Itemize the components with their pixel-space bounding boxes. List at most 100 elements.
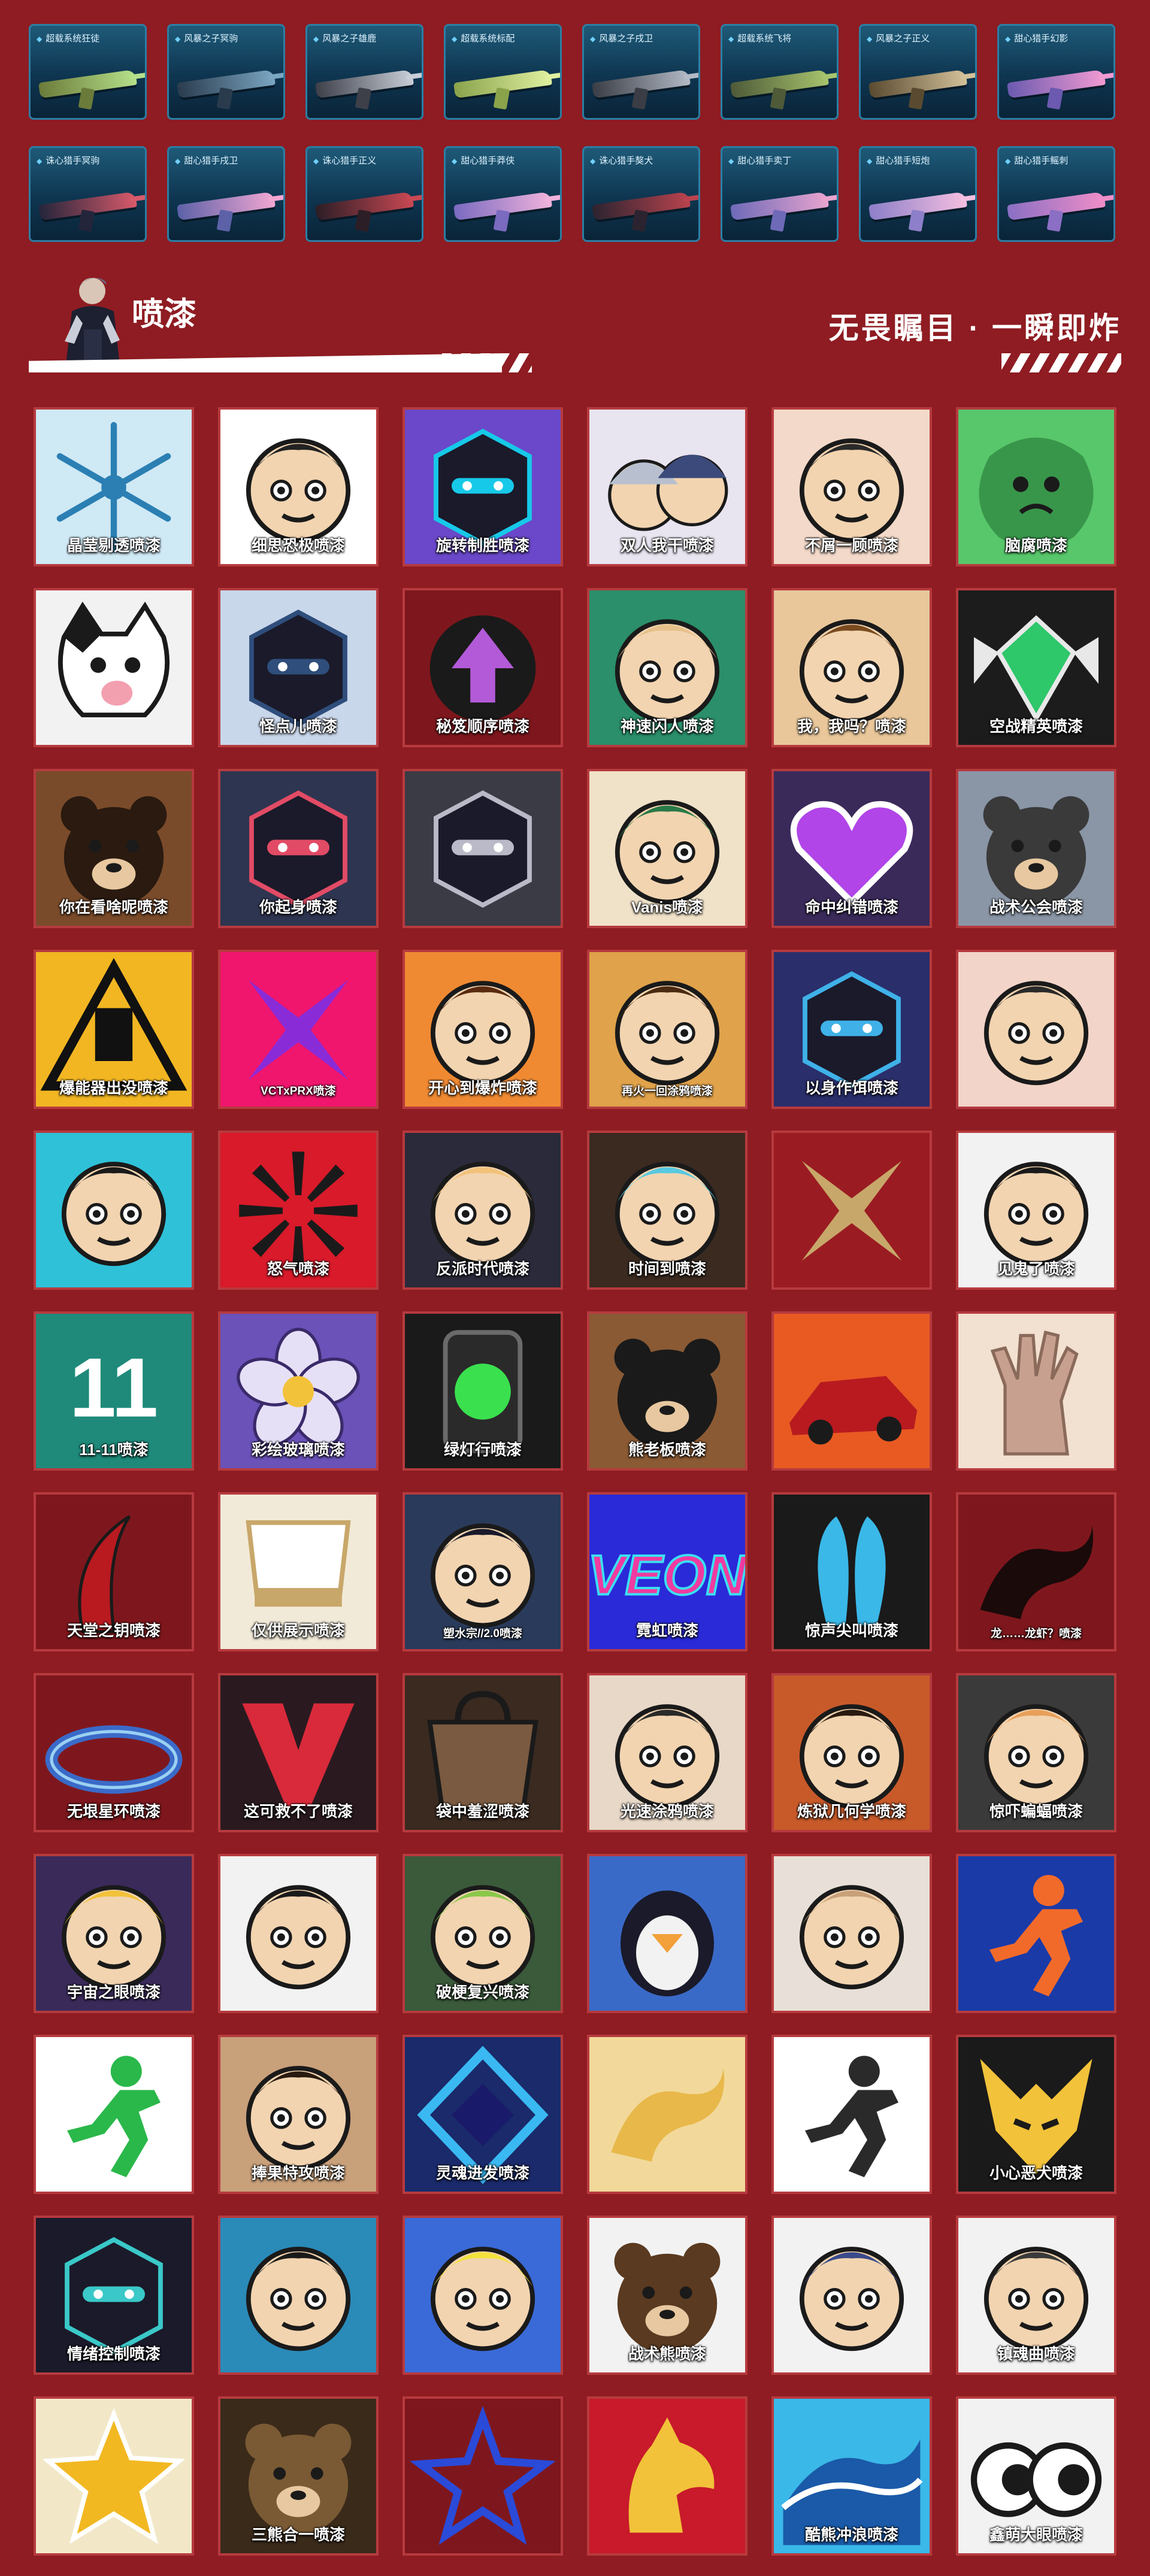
spray-card[interactable]: 宇宙之眼喷漆 [34, 1854, 194, 2013]
spray-card[interactable]: 绿灯行喷漆 [402, 1311, 563, 1471]
spray-label: 你起身喷漆 [259, 898, 337, 916]
weapon-skin-card[interactable]: 超载系统狂徒 [29, 24, 147, 120]
spray-card[interactable]: 捧果特攻喷漆 [218, 2035, 379, 2194]
spray-card[interactable]: 炼狱几何学喷漆 [771, 1673, 932, 1832]
weapon-skin-card[interactable]: 诛心猎手正义 [305, 146, 423, 242]
spray-card[interactable]: 脑腐喷漆 [956, 407, 1116, 566]
run-icon [774, 2037, 930, 2192]
weapon-skin-card[interactable]: 诛心猎手獒犬 [582, 146, 700, 242]
spray-card[interactable]: 情绪控制喷漆 [34, 2216, 194, 2375]
spray-card[interactable]: 神速闪人喷漆 [587, 588, 748, 747]
spray-card[interactable] [34, 588, 194, 747]
spray-card[interactable] [956, 950, 1116, 1109]
spray-card[interactable] [34, 2396, 194, 2556]
spray-card[interactable]: 龙……龙虾？喷漆 [956, 1492, 1116, 1651]
spray-card[interactable] [218, 2216, 379, 2375]
spray-card[interactable]: 你起身喷漆 [218, 769, 379, 928]
weapon-skin-card[interactable]: 超载系统标配 [444, 24, 562, 120]
spray-card[interactable]: 再火一回涂鸦喷漆 [587, 950, 748, 1109]
weapon-skin-card[interactable]: 甜心猎手卖丁 [721, 146, 839, 242]
spray-card[interactable] [34, 2035, 194, 2194]
spray-card[interactable]: 我，我吗？喷漆 [771, 588, 932, 747]
spray-card[interactable] [587, 1854, 748, 2013]
spray-card[interactable] [956, 1311, 1116, 1471]
spray-card[interactable] [771, 2035, 932, 2194]
spray-card[interactable]: 晶莹剔透喷漆 [34, 407, 194, 566]
spray-card[interactable]: 11 11-11喷漆 [34, 1311, 194, 1471]
spray-card[interactable]: VEON 霓虹喷漆 [587, 1492, 748, 1651]
header-stripes-left [442, 353, 532, 372]
spray-card[interactable]: 小心恶犬喷漆 [956, 2035, 1116, 2194]
spray-card[interactable]: 怪点儿喷漆 [218, 588, 379, 747]
dragon-icon [589, 2037, 745, 2192]
spray-card[interactable]: 秘笈顺序喷漆 [402, 588, 563, 747]
weapon-skin-card[interactable]: 甜心猎手鳐刺 [997, 146, 1115, 242]
spray-card[interactable]: 彩绘玻璃喷漆 [218, 1311, 379, 1471]
spray-card[interactable] [402, 2216, 563, 2375]
spray-card[interactable]: 反派时代喷漆 [402, 1131, 563, 1290]
spray-card[interactable]: VCTxPRX喷漆 [218, 950, 379, 1109]
spray-card[interactable] [771, 1311, 932, 1471]
spray-card[interactable] [771, 2216, 932, 2375]
spray-card[interactable]: 天堂之钥喷漆 [34, 1492, 194, 1651]
weapon-skin-card[interactable]: 甜心猎手短炮 [859, 146, 977, 242]
weapon-skin-card[interactable]: 甜心猎手戌卫 [167, 146, 285, 242]
spray-card[interactable]: 这可救不了喷漆 [218, 1673, 379, 1832]
gun-icon [591, 69, 691, 99]
weapon-skin-name: 风暴之子戌卫 [590, 32, 694, 44]
spray-card[interactable]: 以身作饵喷漆 [771, 950, 932, 1109]
weapon-skin-card[interactable]: 诛心猎手冥驹 [29, 146, 147, 242]
spray-card[interactable] [402, 2396, 563, 2556]
weapon-skin-card[interactable]: 风暴之子正义 [859, 24, 977, 120]
spray-card[interactable]: 塑水宗//2.0喷漆 [402, 1492, 563, 1651]
spray-card[interactable] [771, 1131, 932, 1290]
weapon-skin-name: 甜心猎手鳐刺 [1005, 154, 1109, 166]
spray-card[interactable]: 镇魂曲喷漆 [956, 2216, 1116, 2375]
weapon-skin-card[interactable]: 超载系统飞将 [721, 24, 839, 120]
spray-card[interactable]: 惊吓蝙蝠喷漆 [956, 1673, 1116, 1832]
spray-card[interactable]: 酷熊冲浪喷漆 [771, 2396, 932, 2556]
spray-card[interactable]: 光速涂鸦喷漆 [587, 1673, 748, 1832]
spray-card[interactable]: 无垠星环喷漆 [34, 1673, 194, 1832]
spray-card[interactable]: 仅供展示喷漆 [218, 1492, 379, 1651]
face-icon [220, 1856, 376, 2011]
svg-text:11: 11 [69, 1341, 158, 1435]
spray-card[interactable]: 灵魂进发喷漆 [402, 2035, 563, 2194]
spray-card[interactable]: 时间到喷漆 [587, 1131, 748, 1290]
spray-card[interactable]: 不屑一顾喷漆 [771, 407, 932, 566]
weapon-skin-card[interactable]: 甜心猎手莽侠 [444, 146, 562, 242]
spray-card[interactable]: 惊声尖叫喷漆 [771, 1492, 932, 1651]
spray-label: 小心恶犬喷漆 [989, 2164, 1083, 2182]
spray-card[interactable] [34, 1131, 194, 1290]
spray-card[interactable]: 开心到爆炸喷漆 [402, 950, 563, 1109]
spray-card[interactable]: 空战精英喷漆 [956, 588, 1116, 747]
weapon-skin-card[interactable]: 风暴之子冥驹 [167, 24, 285, 120]
spray-card[interactable]: 袋中羞涩喷漆 [402, 1673, 563, 1832]
weapon-skin-card[interactable]: 风暴之子戌卫 [582, 24, 700, 120]
spray-card[interactable]: 破梗复兴喷漆 [402, 1854, 563, 2013]
spray-label: 命中纠错喷漆 [804, 898, 898, 916]
spray-card[interactable]: 怒气喷漆 [218, 1131, 379, 1290]
spray-card[interactable]: 细思恐极喷漆 [218, 407, 379, 566]
spray-card[interactable]: 战术公会喷漆 [956, 769, 1116, 928]
spray-card[interactable]: 见鬼了喷漆 [956, 1131, 1116, 1290]
spray-card[interactable]: 爆能器出没喷漆 [34, 950, 194, 1109]
spray-card[interactable]: 命中纠错喷漆 [771, 769, 932, 928]
spray-card[interactable]: 双人我干喷漆 [587, 407, 748, 566]
spray-card[interactable]: 熊老板喷漆 [587, 1311, 748, 1471]
spray-card[interactable] [587, 2035, 748, 2194]
spray-card[interactable]: 鑫萌大眼喷漆 [956, 2396, 1116, 2556]
spray-card[interactable] [587, 2396, 748, 2556]
weapon-skin-card[interactable]: 甜心猎手幻影 [997, 24, 1115, 120]
spray-label: 袋中羞涩喷漆 [435, 1802, 529, 1820]
spray-card[interactable] [402, 769, 563, 928]
spray-card[interactable] [218, 1854, 379, 2013]
spray-card[interactable] [771, 1854, 932, 2013]
spray-card[interactable]: 战术熊喷漆 [587, 2216, 748, 2375]
spray-card[interactable]: 你在看啥呢喷漆 [34, 769, 194, 928]
spray-card[interactable]: 旋转制胜喷漆 [402, 407, 563, 566]
spray-card[interactable] [956, 1854, 1116, 2013]
weapon-skin-card[interactable]: 风暴之子雄鹿 [305, 24, 423, 120]
spray-card[interactable]: Vanis喷漆 [587, 769, 748, 928]
spray-card[interactable]: 三熊合一喷漆 [218, 2396, 379, 2556]
